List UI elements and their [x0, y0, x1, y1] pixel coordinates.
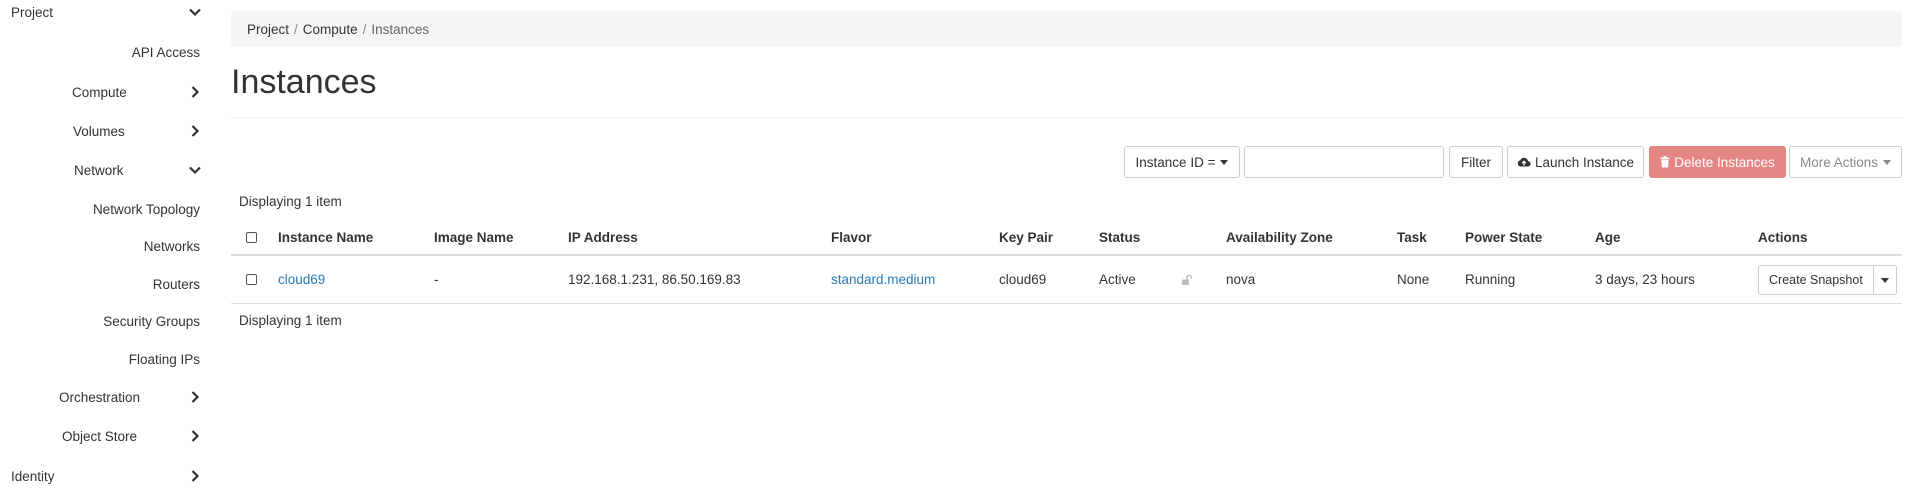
row-select-cell: [246, 256, 257, 303]
image-name-cell: -: [434, 272, 439, 287]
key-pair-cell: cloud69: [999, 272, 1047, 287]
column-header-ip-address[interactable]: IP Address: [568, 220, 638, 254]
column-header-availability-zone[interactable]: Availability Zone: [1226, 220, 1333, 254]
flavor-cell: standard.medium: [831, 256, 935, 303]
sidebar-item-network[interactable]: Network: [0, 155, 210, 185]
delete-instances-button[interactable]: Delete Instances: [1649, 146, 1786, 178]
status-cell: Active: [1099, 272, 1136, 287]
column-header-actions: Actions: [1758, 229, 1808, 245]
sidebar-item-label: Volumes: [73, 123, 125, 139]
row-actions-group: Create Snapshot: [1758, 265, 1897, 295]
more-actions-label: More Actions: [1799, 154, 1879, 170]
more-actions-button[interactable]: More Actions: [1789, 146, 1902, 178]
age-cell: 3 days, 23 hours: [1595, 272, 1695, 287]
chevron-right-icon: [188, 469, 202, 483]
filter-input[interactable]: [1244, 146, 1444, 178]
sidebar-item-network-topology[interactable]: Network Topology: [0, 194, 210, 224]
select-all-cell: [246, 220, 257, 254]
filter-button-label: Filter: [1461, 154, 1491, 170]
cloud-upload-icon: [1517, 156, 1531, 168]
delete-instances-label: Delete Instances: [1674, 154, 1775, 170]
instance-name-cell: cloud69: [278, 256, 325, 303]
caret-down-icon: [1883, 159, 1892, 165]
sidebar-item-label: Compute: [72, 84, 127, 100]
caret-down-icon: [1880, 277, 1889, 283]
sidebar-item-object-store[interactable]: Object Store: [0, 421, 210, 451]
sidebar-item-label: Security Groups: [103, 313, 200, 329]
row-actions-dropdown-toggle[interactable]: [1872, 265, 1897, 295]
sidebar-item-floating-ips[interactable]: Floating IPs: [0, 344, 210, 374]
sidebar-nav: Project API Access Compute Volumes Netwo…: [0, 0, 210, 493]
sidebar-item-label: Project: [11, 4, 54, 20]
sidebar-item-label: Object Store: [62, 428, 138, 444]
column-header-image-name[interactable]: Image Name: [434, 220, 514, 254]
filter-button[interactable]: Filter: [1449, 146, 1503, 178]
column-header-flavor[interactable]: Flavor: [831, 220, 872, 254]
sidebar-item-api-access[interactable]: API Access: [0, 37, 210, 67]
task-cell: None: [1397, 272, 1430, 287]
breadcrumb-item-project[interactable]: Project: [247, 22, 289, 37]
select-all-checkbox[interactable]: [246, 231, 257, 243]
breadcrumb-item-instances: Instances: [371, 21, 430, 37]
chevron-right-icon: [188, 390, 202, 404]
instance-name-link[interactable]: cloud69: [278, 272, 325, 287]
row-checkbox[interactable]: [246, 274, 257, 285]
flavor-link[interactable]: standard.medium: [831, 272, 935, 287]
item-count-bottom: Displaying 1 item: [239, 313, 342, 328]
power-state-cell: Running: [1465, 272, 1516, 287]
chevron-down-icon: [188, 5, 202, 19]
sidebar-item-project[interactable]: Project: [0, 0, 210, 27]
page-title: Instances: [231, 63, 377, 101]
sidebar-item-label: Routers: [152, 276, 200, 292]
column-header-instance-name[interactable]: Instance Name: [278, 220, 373, 254]
unlock-icon: [1181, 256, 1193, 303]
launch-instance-label: Launch Instance: [1534, 154, 1635, 170]
breadcrumb-separator: /: [362, 21, 367, 37]
sidebar-item-routers[interactable]: Routers: [0, 269, 210, 299]
table-row: cloud69 - 192.168.1.231, 86.50.169.83 st…: [231, 256, 1902, 304]
item-count-top: Displaying 1 item: [239, 194, 342, 209]
sidebar-item-label: Identity: [11, 468, 55, 484]
table-header-row: Instance Name Image Name IP Address Flav…: [231, 220, 1902, 256]
sidebar-item-orchestration[interactable]: Orchestration: [0, 382, 210, 412]
chevron-right-icon: [188, 124, 202, 138]
column-header-age[interactable]: Age: [1595, 220, 1621, 254]
breadcrumb-separator: /: [294, 21, 298, 37]
column-header-power-state[interactable]: Power State: [1465, 220, 1542, 254]
sidebar-item-label: Network: [74, 162, 124, 178]
create-snapshot-button[interactable]: Create Snapshot: [1758, 265, 1873, 295]
sidebar-item-label: Floating IPs: [128, 351, 200, 367]
launch-instance-button[interactable]: Launch Instance: [1507, 146, 1644, 178]
sidebar-item-volumes[interactable]: Volumes: [0, 116, 210, 146]
availability-zone-cell: nova: [1226, 272, 1256, 287]
header-divider: [231, 117, 1902, 118]
chevron-down-icon: [188, 163, 202, 177]
caret-down-icon: [1220, 159, 1229, 165]
sidebar-item-label: API Access: [131, 44, 200, 60]
chevron-right-icon: [188, 429, 202, 443]
sidebar-item-security-groups[interactable]: Security Groups: [0, 306, 210, 336]
column-header-task[interactable]: Task: [1397, 220, 1427, 254]
column-header-status[interactable]: Status: [1099, 220, 1140, 254]
sidebar-item-compute[interactable]: Compute: [0, 77, 210, 107]
breadcrumb: Project / Compute / Instances: [231, 11, 1902, 47]
sidebar-item-label: Network Topology: [92, 201, 200, 217]
sidebar-item-label: Networks: [143, 238, 200, 254]
filter-field-dropdown[interactable]: Instance ID =: [1124, 146, 1240, 178]
column-header-key-pair[interactable]: Key Pair: [999, 220, 1053, 254]
sidebar-item-identity[interactable]: Identity: [0, 461, 210, 491]
breadcrumb-item-compute[interactable]: Compute: [303, 22, 358, 37]
sidebar-item-label: Orchestration: [59, 389, 141, 405]
sidebar-item-networks[interactable]: Networks: [0, 231, 210, 261]
trash-icon: [1660, 156, 1670, 168]
ip-address-cell: 192.168.1.231, 86.50.169.83: [568, 272, 741, 287]
chevron-right-icon: [188, 85, 202, 99]
filter-field-label: Instance ID =: [1135, 154, 1216, 170]
